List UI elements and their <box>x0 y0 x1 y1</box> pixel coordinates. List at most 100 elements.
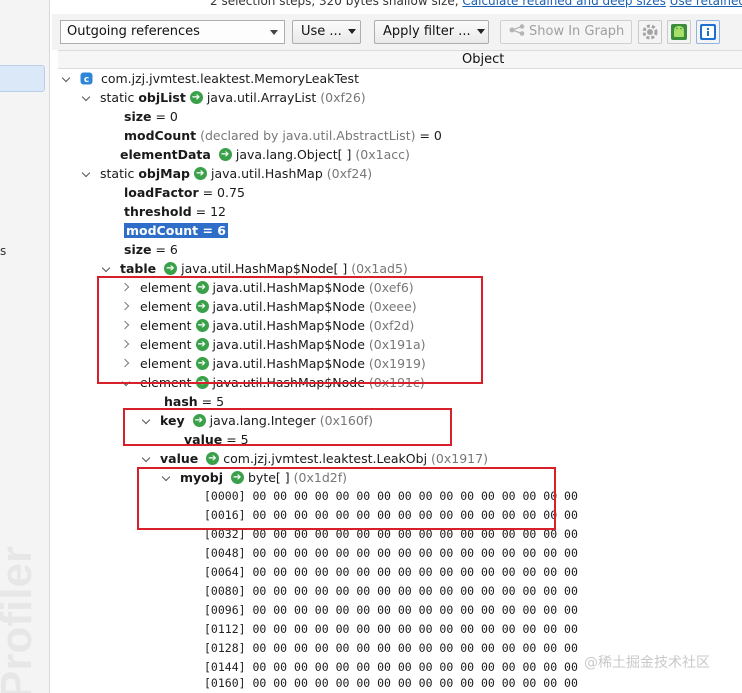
show-in-graph-button[interactable]: Show In Graph <box>500 20 632 44</box>
byte-row[interactable]: [0112] 00 00 00 00 00 00 00 00 00 00 00 … <box>204 620 578 639</box>
collapse-toggle-icon[interactable] <box>82 88 92 107</box>
field-type: java.lang.Object[ ] <box>235 147 352 162</box>
tree-row-objmap[interactable]: static objMap java.util.HashMap (0xf24) <box>82 164 372 183</box>
graph-icon <box>509 24 525 36</box>
field-name: table <box>120 261 157 276</box>
byte-data: 00 00 00 00 00 00 00 00 00 00 00 00 00 0… <box>252 565 578 579</box>
collapse-toggle-icon[interactable] <box>82 164 92 183</box>
byte-data: 00 00 00 00 00 00 00 00 00 00 00 00 00 0… <box>252 603 578 617</box>
selection-info: 2 selection steps, 320 bytes shallow siz… <box>210 0 742 8</box>
byte-index: [0064] <box>204 565 246 579</box>
svg-text:c: c <box>84 75 89 85</box>
tree-row-elementdata[interactable]: elementData java.lang.Object[ ] (0x1acc) <box>120 145 410 164</box>
tree-row-objlist[interactable]: static objList java.util.ArrayList (0xf26… <box>82 88 366 107</box>
field-value: = 6 <box>151 242 178 257</box>
view-select[interactable]: Outgoing references <box>60 20 285 44</box>
static-modifier: static <box>100 166 135 181</box>
byte-row[interactable]: [0096] 00 00 00 00 00 00 00 00 00 00 00 … <box>204 601 578 620</box>
highlight-box-bytes <box>137 467 556 530</box>
byte-data: 00 00 00 00 00 00 00 00 00 00 00 00 00 0… <box>252 584 578 598</box>
info-icon <box>700 24 716 40</box>
field-value: = 0 <box>151 109 178 124</box>
dropdown-caret-icon <box>347 29 356 34</box>
field-type: java.util.HashMap$Node[ ] <box>181 261 348 276</box>
apply-filter-button[interactable]: Apply filter ... <box>374 20 489 44</box>
calculate-sizes-link[interactable]: Calculate retained and deep sizes <box>462 0 665 8</box>
byte-row[interactable]: [0128] 00 00 00 00 00 00 00 00 00 00 00 … <box>204 639 578 658</box>
android-button[interactable] <box>667 20 691 44</box>
object-id: (0xf24) <box>326 166 373 181</box>
byte-row[interactable]: [0080] 00 00 00 00 00 00 00 00 00 00 00 … <box>204 582 578 601</box>
field-name: hash <box>164 394 198 409</box>
info-button[interactable] <box>696 20 720 44</box>
go-arrow-icon[interactable] <box>218 145 232 164</box>
tree-row-size[interactable]: size = 0 <box>124 107 178 126</box>
go-arrow-icon[interactable] <box>164 259 178 278</box>
tree-row-threshold[interactable]: threshold = 12 <box>124 202 226 221</box>
declared-by-note: (declared by java.util.AbstractList) <box>200 128 416 143</box>
dropdown-caret-icon <box>476 29 485 34</box>
tree-row-modcount-selected[interactable]: modCount = 6 <box>124 221 228 240</box>
byte-row[interactable]: [0064] 00 00 00 00 00 00 00 00 00 00 00 … <box>204 563 578 582</box>
byte-index: [0112] <box>204 622 246 636</box>
byte-data: 00 00 00 00 00 00 00 00 00 00 00 00 00 0… <box>252 546 578 560</box>
byte-data: 00 00 00 00 00 00 00 00 00 00 00 00 00 0… <box>252 641 578 655</box>
byte-index: [0160] <box>204 676 246 690</box>
use-retained-link[interactable]: Use retained <box>670 0 742 8</box>
go-arrow-icon[interactable] <box>206 449 220 468</box>
selected-field: modCount = 6 <box>124 223 228 238</box>
byte-index: [0048] <box>204 546 246 560</box>
gear-icon <box>642 24 658 40</box>
byte-row[interactable]: [0048] 00 00 00 00 00 00 00 00 00 00 00 … <box>204 544 578 563</box>
field-value: = 0 <box>415 128 442 143</box>
object-id: (0x1917) <box>431 451 488 466</box>
object-column-label: Object <box>462 52 505 67</box>
go-arrow-icon[interactable] <box>193 164 207 183</box>
object-id: (0xf26) <box>320 90 366 105</box>
object-id: (0x1acc) <box>355 147 410 162</box>
tree-row-root[interactable]: c com.jzj.jvmtest.leaktest.MemoryLeakTes… <box>62 69 359 88</box>
byte-data: 00 00 00 00 00 00 00 00 00 00 00 00 00 0… <box>252 676 578 690</box>
use-button-label: Use ... <box>301 24 342 39</box>
field-name: objMap <box>138 166 190 181</box>
field-name: size <box>124 109 152 124</box>
field-type: java.util.ArrayList <box>206 90 317 105</box>
tree-row-value[interactable]: value com.jzj.jvmtest.leaktest.LeakObj (0… <box>142 449 488 468</box>
tree-row-map-size[interactable]: size = 6 <box>124 240 178 259</box>
static-modifier: static <box>100 90 135 105</box>
settings-button[interactable] <box>638 20 662 44</box>
field-name: threshold <box>124 204 192 219</box>
left-panel-label: s <box>0 244 7 258</box>
use-button[interactable]: Use ... <box>292 20 361 44</box>
show-in-graph-label: Show In Graph <box>529 24 625 39</box>
go-arrow-icon[interactable] <box>189 88 203 107</box>
selection-info-text: 2 selection steps, 320 bytes shallow siz… <box>210 0 459 8</box>
field-type: com.jzj.jvmtest.leaktest.LeakObj <box>223 451 428 466</box>
profiler-watermark-text: Profiler <box>0 545 41 693</box>
collapse-toggle-icon[interactable] <box>142 449 152 468</box>
field-name: elementData <box>120 147 211 162</box>
android-icon <box>671 24 687 40</box>
object-id: (0x1ad5) <box>351 261 408 276</box>
collapse-toggle-icon[interactable] <box>62 69 72 88</box>
field-value: = 5 <box>197 394 225 409</box>
root-class-label: com.jzj.jvmtest.leaktest.MemoryLeakTest <box>100 71 359 86</box>
byte-row[interactable]: [0160] 00 00 00 00 00 00 00 00 00 00 00 … <box>204 674 578 693</box>
tree-row-modcount[interactable]: modCount (declared by java.util.Abstract… <box>124 126 442 145</box>
class-icon: c <box>80 72 93 85</box>
object-column-header[interactable]: Object <box>58 50 742 69</box>
toolbar: Outgoing references Use ... Apply filter… <box>52 14 742 50</box>
field-value: = 0.75 <box>198 185 245 200</box>
left-panel-selected-item[interactable] <box>0 65 45 92</box>
byte-index: [0096] <box>204 603 246 617</box>
tree-row-loadfactor[interactable]: loadFactor = 0.75 <box>124 183 245 202</box>
view-select-value: Outgoing references <box>67 24 200 39</box>
profiler-watermark: Profiler <box>0 540 49 693</box>
field-name: objList <box>138 90 186 105</box>
field-name: value <box>160 451 199 466</box>
field-name: loadFactor <box>124 185 199 200</box>
byte-index: [0144] <box>204 660 246 674</box>
field-name: size <box>124 242 152 257</box>
byte-index: [0128] <box>204 641 246 655</box>
byte-index: [0080] <box>204 584 246 598</box>
